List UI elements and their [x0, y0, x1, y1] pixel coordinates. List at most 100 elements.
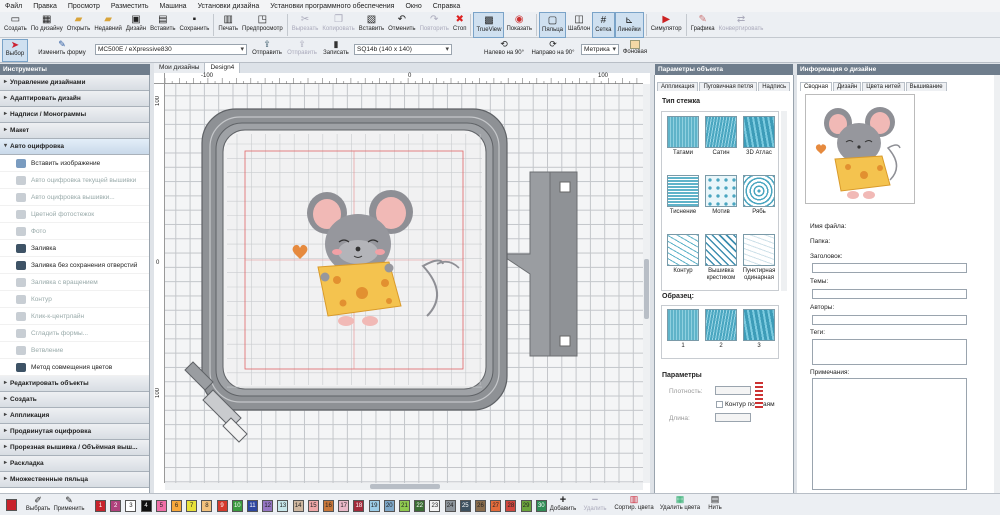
- rotate-right-button[interactable]: ⟳ Направо на 90°: [530, 39, 576, 62]
- tools-section[interactable]: ▸ Управление дизайнами: [0, 75, 149, 91]
- toolbar-button-print[interactable]: ▥ Печать: [216, 12, 240, 38]
- horizontal-scroll-thumb[interactable]: [370, 484, 440, 489]
- write-button[interactable]: ▮ Записать: [320, 39, 352, 62]
- notes-field[interactable]: [812, 378, 967, 490]
- auto-digitize-item[interactable]: Фото: [0, 223, 149, 240]
- stitch-type-option[interactable]: Пунктирная одинарная: [741, 234, 777, 282]
- units-select[interactable]: Метрика: [581, 44, 619, 55]
- menu-item-2[interactable]: Просмотр: [68, 3, 100, 10]
- canvas-vertical-scrollbar[interactable]: [643, 84, 650, 483]
- tab-summary[interactable]: Сводная: [800, 82, 833, 91]
- contour-checkbox[interactable]: [716, 401, 723, 408]
- sort-colors-button[interactable]: ▥ Сортир. цвета: [612, 494, 656, 515]
- tab-buttonhole[interactable]: Пуговичная петля: [699, 82, 758, 91]
- change-shape-button[interactable]: ✎ Изменить форму: [34, 39, 90, 62]
- menu-item-7[interactable]: Окно: [405, 3, 421, 10]
- tab-applique[interactable]: Аппликация: [657, 82, 699, 91]
- toolbar-button-trueview[interactable]: ▩ TrueView: [473, 12, 505, 38]
- menu-item-0[interactable]: Файл: [5, 3, 22, 10]
- sample-option[interactable]: 1: [665, 309, 701, 350]
- tools-section[interactable]: ▸ Надписи / Монограммы: [0, 107, 149, 123]
- tools-section[interactable]: ▸ Прорезная вышивка / Объёмная выш...: [0, 440, 149, 456]
- length-field[interactable]: [715, 413, 751, 422]
- auto-digitize-item[interactable]: Авто оцифровка вышивки...: [0, 189, 149, 206]
- menu-item-1[interactable]: Правка: [33, 3, 57, 10]
- tools-section[interactable]: ▸ Редактировать объекты: [0, 376, 149, 392]
- canvas-horizontal-scrollbar[interactable]: [165, 483, 643, 490]
- auto-digitize-item[interactable]: Заливка: [0, 240, 149, 257]
- tab-lettering[interactable]: Надпись: [758, 82, 791, 91]
- toolbar-button-simulator[interactable]: ▶ Симулятор: [649, 12, 684, 38]
- toolbar-button-rulers[interactable]: ⊾ Линейки: [614, 12, 644, 38]
- tools-section[interactable]: ▸ Адаптировать дизайн: [0, 91, 149, 107]
- auto-digitize-item[interactable]: Клик-к-центрлайн: [0, 308, 149, 325]
- delete-colors-button[interactable]: ▦ Удалить цвета: [658, 494, 702, 515]
- stitch-type-option[interactable]: Татами: [665, 116, 701, 157]
- tags-field[interactable]: [812, 339, 967, 365]
- hoop-select[interactable]: SQ14b (140 x 140): [354, 44, 452, 55]
- toolbar-button-design-template[interactable]: ▦ По дизайну: [29, 12, 65, 38]
- send2-button[interactable]: ⇪ Отправить: [285, 39, 319, 62]
- tools-section[interactable]: ▸ Аппликация: [0, 408, 149, 424]
- stitch-type-option[interactable]: Рябь: [741, 175, 777, 216]
- topics-field[interactable]: [812, 289, 967, 299]
- toolbar-button-cut[interactable]: ✂ Вырезать: [290, 12, 321, 38]
- toolbar-button-preview[interactable]: ◳ Предпросмотр: [240, 12, 285, 38]
- density-field[interactable]: [715, 386, 751, 395]
- menu-item-6[interactable]: Установки программного обеспечения: [270, 3, 394, 10]
- current-color-swatch[interactable]: [6, 499, 17, 511]
- tab-stitching[interactable]: Вышивание: [905, 82, 947, 91]
- stitch-type-option[interactable]: Тиснение: [665, 175, 701, 216]
- machine-select[interactable]: MC500E / eXpressive830: [95, 44, 247, 55]
- menu-item-3[interactable]: Разместить: [111, 3, 149, 10]
- tools-section[interactable]: ▸ Создать: [0, 392, 149, 408]
- remove-color-button[interactable]: − Удалить: [580, 494, 610, 515]
- auto-digitize-item[interactable]: Авто оцифровка текущей вышивки: [0, 172, 149, 189]
- select-color-button[interactable]: ✐ Выбрать: [25, 495, 51, 515]
- info-scrollbar[interactable]: [994, 75, 1000, 493]
- toolbar-button-show[interactable]: ◉ Показать: [504, 12, 534, 38]
- tools-section[interactable]: ▾ Авто оцифровка: [0, 139, 149, 155]
- tools-section[interactable]: ▸ Макет: [0, 123, 149, 139]
- toolbar-button-new-file[interactable]: ▭ Создать: [2, 12, 29, 38]
- menu-item-8[interactable]: Справка: [433, 3, 460, 10]
- toolbar-button-graphics[interactable]: ✎ Графика: [689, 12, 717, 38]
- stitch-scrollbar[interactable]: [781, 111, 787, 291]
- toolbar-button-hoop[interactable]: ▢ Пяльца: [539, 12, 566, 38]
- toolbar-button-open-folder[interactable]: ▰ Открыть: [65, 12, 93, 38]
- auto-digitize-item[interactable]: Заливка без сохранения отверстий: [0, 257, 149, 274]
- tab-my-designs[interactable]: Мои дизайны: [154, 63, 206, 73]
- auto-digitize-item[interactable]: Вставить изображение: [0, 155, 149, 172]
- tab-thread-colors[interactable]: Цвета нитей: [862, 82, 905, 91]
- select-tool-button[interactable]: ➤ Выбор: [2, 39, 28, 62]
- auto-digitize-item[interactable]: Цветной фотостежок: [0, 206, 149, 223]
- toolbar-button-grid[interactable]: # Сетка: [592, 12, 615, 38]
- toolbar-button-save[interactable]: ▪ Сохранить: [178, 12, 212, 38]
- vertical-scroll-thumb[interactable]: [644, 259, 649, 319]
- toolbar-button-convert[interactable]: ⇄ Конвертировать: [717, 12, 766, 38]
- apply-color-button[interactable]: ✎ Применить: [52, 495, 86, 515]
- rotate-left-button[interactable]: ⟲ Налево на 90°: [482, 39, 526, 62]
- tab-design[interactable]: Дизайн: [833, 82, 862, 91]
- send-button[interactable]: ⇪ Отправить: [250, 39, 284, 62]
- stitch-type-option[interactable]: Вышивка крестиком: [703, 234, 739, 282]
- tools-section[interactable]: ▸ Множественные пяльца: [0, 472, 149, 488]
- auto-digitize-item[interactable]: Контур: [0, 291, 149, 308]
- toolbar-button-recent-folder[interactable]: ▰ Недавний: [92, 12, 124, 38]
- add-color-button[interactable]: + Добавить: [548, 494, 578, 515]
- menu-item-5[interactable]: Установки дизайна: [198, 3, 260, 10]
- toolbar-button-design[interactable]: ▣ Дизайн: [124, 12, 148, 38]
- stitch-type-option[interactable]: Контур: [665, 234, 701, 275]
- embroidery-canvas[interactable]: [165, 84, 643, 483]
- auto-digitize-item[interactable]: Метод совмещения цветов: [0, 359, 149, 376]
- toolbar-button-redo[interactable]: ↷ Повторить: [418, 12, 451, 38]
- tools-section[interactable]: ▸ Раскладка: [0, 456, 149, 472]
- toolbar-button-undo[interactable]: ↶ Отменить: [386, 12, 417, 38]
- background-button[interactable]: Фоновая: [621, 39, 649, 62]
- heading-field[interactable]: [812, 263, 967, 273]
- toolbar-button-template[interactable]: ◫ Шаблон: [566, 12, 592, 38]
- stitch-type-option[interactable]: Сатин: [703, 116, 739, 157]
- stitch-type-option[interactable]: Мотив: [703, 175, 739, 216]
- tab-design4[interactable]: Design4: [205, 63, 241, 73]
- toolbar-button-insert[interactable]: ▤ Вставить: [148, 12, 177, 38]
